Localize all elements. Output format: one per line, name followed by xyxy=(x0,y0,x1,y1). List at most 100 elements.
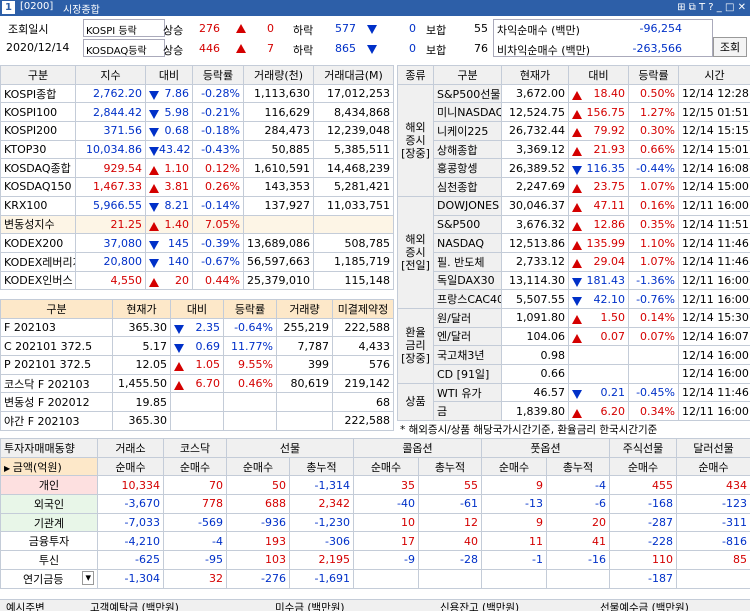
investor-name[interactable]: 개인 xyxy=(0,475,98,496)
query-button[interactable]: 조회 xyxy=(713,37,747,57)
investor-name[interactable]: 기관계 xyxy=(0,512,98,533)
close-icon[interactable]: ✕ xyxy=(738,2,746,13)
futures-name[interactable]: 변동성 F 202012 xyxy=(0,392,113,413)
index-row[interactable]: KTOP30 10,034.86 43.42 -0.43% 50,885 5,385,51… xyxy=(0,139,394,160)
index-row[interactable]: KOSDAQ150 1,467.33 3.81 0.26% 143,353 5,281,4… xyxy=(0,177,394,197)
index-name[interactable]: KODEX레버리지 xyxy=(0,251,76,272)
minimize-icon[interactable]: _ xyxy=(717,2,722,13)
overseas-row[interactable]: 홍콩항셍 26,389.52 116.35 -0.44% 12/14 16:08 xyxy=(398,158,750,179)
index-name[interactable]: KOSPI200 xyxy=(0,121,76,141)
index-row[interactable]: KOSDAQ종합 929.54 1.10 0.12% 1,610,591 14,468,2… xyxy=(0,158,394,179)
overseas-row[interactable]: 상품 WTI 유가 46.57 0.21 -0.45% 12/14 11:46 xyxy=(397,382,750,422)
overseas-name[interactable]: DOWJONES xyxy=(433,195,502,216)
investor-row[interactable]: 개인 10,334 70 50 -1,314 35 55 9 -4 455 434 xyxy=(0,475,750,496)
index-row[interactable]: KODEX레버리지 20,800 140 -0.67% 56,597,663 1,185,… xyxy=(0,251,394,272)
index-name[interactable]: 변동성지수 xyxy=(0,214,76,235)
overseas-change-value: 1.50 xyxy=(600,311,626,325)
index-name[interactable]: KTOP30 xyxy=(0,139,76,160)
investor-row[interactable]: 기관계 -7,033 -569 -936 -1,230 10 12 9 20 -287 -311 xyxy=(0,512,750,533)
overseas-name[interactable]: 홍콩항셍 xyxy=(433,158,502,179)
overseas-name[interactable]: 필. 반도체 xyxy=(433,251,502,272)
overseas-name[interactable]: WTI 유가 xyxy=(433,382,502,403)
index-row[interactable]: 변동성지수 21.25 1.40 7.05% xyxy=(0,214,394,235)
overseas-row[interactable]: NASDAQ 12,513.86 135.99 1.10% 12/14 11:46 xyxy=(398,233,750,253)
overseas-name[interactable]: 상해종합 xyxy=(433,139,502,160)
overseas-row[interactable]: 국고채3년 0.98 12/14 16:00 xyxy=(398,345,750,365)
overseas-name[interactable]: 니케이225 xyxy=(433,121,502,141)
overseas-row[interactable]: 니케이225 26,732.44 79.92 0.30% 12/14 15:15 xyxy=(398,121,750,141)
overseas-name[interactable]: 심천종합 xyxy=(433,177,502,197)
futures-row[interactable]: 변동성 F 202012 19.85 68 xyxy=(0,392,394,413)
investor-name[interactable]: 연기금등 ▾ xyxy=(0,568,98,589)
futures-row[interactable]: F 202103 365.30 2.35 -0.64% 255,219 222,588 xyxy=(0,317,394,338)
futures-name[interactable]: P 202101 372.5 xyxy=(0,355,113,375)
index-name[interactable]: KOSDAQ150 xyxy=(0,177,76,197)
investor-name[interactable]: 금융투자 xyxy=(0,531,98,552)
overseas-name[interactable]: S&P500 xyxy=(433,214,502,235)
futures-row[interactable]: C 202101 372.5 5.17 0.69 11.77% 7,787 4,433 xyxy=(0,336,394,357)
investor-row[interactable]: 금융투자 -4,210 -4 193 -306 17 40 11 41 -228 -816 xyxy=(0,531,750,552)
overseas-row[interactable]: 상해종합 3,369.12 21.93 0.66% 12/14 15:01 xyxy=(398,139,750,160)
index-row[interactable]: KODEX인버스 4,550 20 0.44% 25,379,010 115,148 xyxy=(0,270,394,291)
overseas-name[interactable]: S&P500선물 xyxy=(433,83,502,104)
overseas-name[interactable]: 미니NASDAQ xyxy=(433,102,502,123)
overseas-row[interactable]: 심천종합 2,247.69 23.75 1.07% 12/14 15:00 xyxy=(398,177,750,197)
index-row[interactable]: KRX100 5,966.55 8.21 -0.14% 137,927 11,033,75… xyxy=(0,195,394,216)
index-row[interactable]: KOSPI종합 2,762.20 7.86 -0.28% 1,113,630 17,012… xyxy=(0,83,394,104)
investor-unit-label: 금액(억원) xyxy=(12,460,62,474)
index-row[interactable]: KODEX200 37,080 145 -0.39% 13,689,086 508,785 xyxy=(0,233,394,253)
overseas-row[interactable]: CD [91일] 0.66 12/14 16:00 xyxy=(398,364,750,384)
overseas-row[interactable]: 필. 반도체 2,733.12 29.04 1.07% 12/14 11:46 xyxy=(398,251,750,272)
futures-row[interactable]: 코스닥 F 202103 1,455.50 6.70 0.46% 80,619 219,1… xyxy=(0,373,394,394)
overseas-name[interactable]: NASDAQ xyxy=(433,233,502,253)
investor-unit-select[interactable]: ▶ 금액(억원) xyxy=(0,456,98,477)
overseas-row[interactable]: 해외 증시 [장중] S&P500선물 3,672.00 18.40 0.50% 12/14 … xyxy=(397,83,750,197)
overseas-name[interactable]: 독일DAX30 xyxy=(433,270,502,291)
index-name[interactable]: KOSDAQ종합 xyxy=(0,158,76,179)
overseas-row[interactable]: S&P500 3,676.32 12.86 0.35% 12/14 11:51 xyxy=(398,214,750,235)
overseas-name[interactable]: CD [91일] xyxy=(433,364,502,384)
index-name[interactable]: KRX100 xyxy=(0,195,76,216)
overseas-price: 3,672.00 xyxy=(501,83,569,104)
dropdown-arrow-icon[interactable]: ▾ xyxy=(82,570,94,585)
overseas-name[interactable]: 프랑스CAC40 xyxy=(433,289,502,309)
overseas-name[interactable]: 금 xyxy=(433,401,502,422)
futures-name[interactable]: 야간 F 202103 xyxy=(0,411,113,431)
futures-name[interactable]: 코스닥 F 202103 xyxy=(0,373,113,394)
futures-row[interactable]: P 202101 372.5 12.05 1.05 9.55% 399 576 xyxy=(0,355,394,375)
maximize-icon[interactable]: □ xyxy=(725,2,734,13)
index-amount xyxy=(313,214,394,235)
overseas-row[interactable]: 독일DAX30 13,114.30 181.43 -1.36% 12/11 16:00 xyxy=(398,270,750,291)
help-icon[interactable]: ? xyxy=(708,2,713,13)
investor-row[interactable]: 연기금등 ▾ -1,304 32 -276 -1,691 -187 xyxy=(0,568,750,589)
overseas-row[interactable]: 해외 증시 [전일] DOWJONES 30,046.37 47.11 0.16% 12/11… xyxy=(397,195,750,309)
index-row[interactable]: KOSPI200 371.56 0.68 -0.18% 284,473 12,239,04… xyxy=(0,121,394,141)
investor-name[interactable]: 외국인 xyxy=(0,494,98,514)
kosdaq-flat-label: 보합 xyxy=(426,44,447,57)
date-value[interactable]: 2020/12/14 xyxy=(6,41,69,54)
index-name[interactable]: KOSPI100 xyxy=(0,102,76,123)
overseas-row[interactable]: 프랑스CAC40 5,507.55 42.10 -0.76% 12/11 16:00 xyxy=(398,289,750,309)
overseas-row[interactable]: 미니NASDAQ 12,524.75 156.75 1.27% 12/15 01:51 xyxy=(398,102,750,123)
overseas-row[interactable]: 환율 금리 [장중] 원/달러 1,091.80 1.50 0.14% 12/14 15:30 xyxy=(397,307,750,384)
link-icon[interactable]: ⊞ xyxy=(677,2,685,13)
futures-row[interactable]: 야간 F 202103 365.30 222,588 xyxy=(0,411,394,431)
investor-row[interactable]: 외국인 -3,670 778 688 2,342 -40 -61 -13 -6 -168 -123 xyxy=(0,494,750,514)
copy-icon[interactable]: ⧉ xyxy=(689,2,696,13)
overseas-name[interactable]: 엔/달러 xyxy=(433,326,502,347)
investor-name[interactable]: 투신 xyxy=(0,550,98,570)
pin-icon[interactable]: T xyxy=(699,2,705,13)
index-amount: 5,281,421 xyxy=(313,177,394,197)
investor-row[interactable]: 투신 -625 -95 103 2,195 -9 -28 -1 -16 110 85 xyxy=(0,550,750,570)
index-name[interactable]: KODEX200 xyxy=(0,233,76,253)
index-row[interactable]: KOSPI100 2,844.42 5.98 -0.21% 116,629 8,434,8… xyxy=(0,102,394,123)
investor-value: 12 xyxy=(418,512,482,533)
futures-name[interactable]: F 202103 xyxy=(0,317,113,338)
overseas-name[interactable]: 원/달러 xyxy=(433,307,502,328)
overseas-row[interactable]: 엔/달러 104.06 0.07 0.07% 12/14 16:07 xyxy=(398,326,750,347)
overseas-row[interactable]: 금 1,839.80 6.20 0.34% 12/11 16:00 xyxy=(398,401,750,422)
futures-name[interactable]: C 202101 372.5 xyxy=(0,336,113,357)
index-name[interactable]: KODEX인버스 xyxy=(0,270,76,291)
index-name[interactable]: KOSPI종합 xyxy=(0,83,76,104)
overseas-name[interactable]: 국고채3년 xyxy=(433,345,502,365)
